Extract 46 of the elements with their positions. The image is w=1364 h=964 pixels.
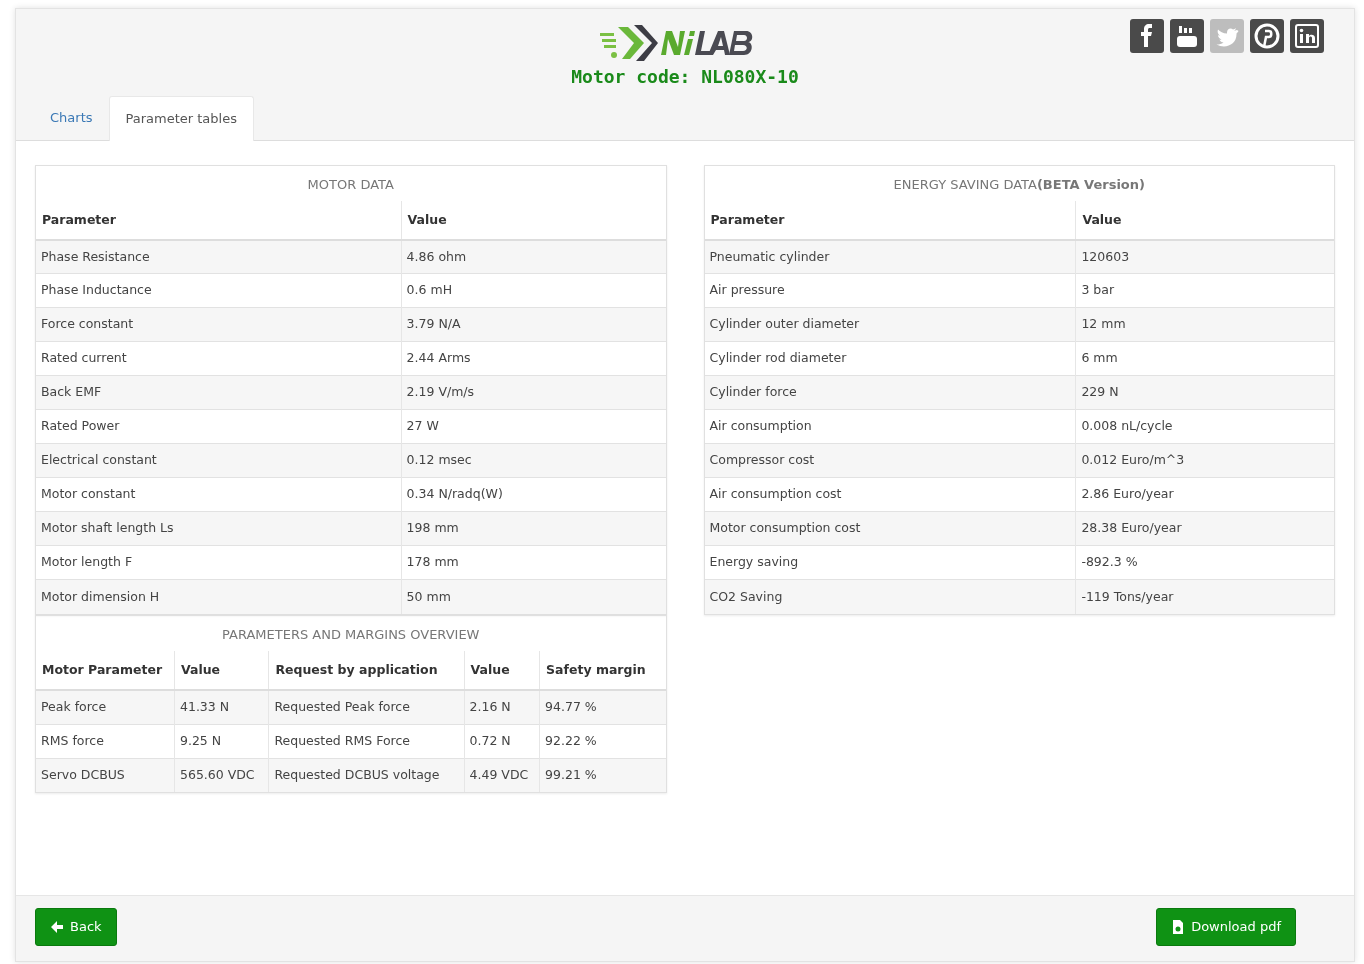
table-cell: Requested DCBUS voltage	[268, 758, 465, 792]
table-cell: -119 Tons/year	[1075, 579, 1334, 614]
table-cell: Compressor cost	[704, 443, 1076, 478]
table-cell: 50 mm	[401, 579, 666, 614]
table-title: MOTOR DATA	[306, 175, 395, 194]
table-cell: Phase Resistance	[36, 239, 402, 274]
table-cell: 2.19 V/m/s	[401, 375, 666, 410]
table-cell: 4.49 VDC	[464, 758, 540, 792]
tab[interactable]: Charts	[34, 96, 109, 140]
column-header: Parameter	[36, 201, 402, 240]
table-cell: Requested Peak force	[268, 690, 465, 724]
download-pdf-button[interactable]: Download pdf	[1156, 908, 1296, 946]
motor-code-title: Motor code: NL080X-10	[570, 65, 800, 89]
column-header: Value	[401, 201, 666, 240]
table-cell: 120603	[1075, 239, 1334, 274]
table-title: PARAMETERS AND MARGINS OVERVIEW	[221, 625, 481, 644]
column-header: Parameter	[704, 201, 1076, 240]
table-cell: CO2 Saving	[704, 579, 1076, 614]
table-cell: Motor shaft length Ls	[36, 511, 402, 546]
table-cell: 3.79 N/A	[401, 307, 666, 342]
table-cell: Motor consumption cost	[704, 511, 1076, 546]
table-cell: 198 mm	[401, 511, 666, 546]
table-cell: 41.33 N	[174, 690, 269, 724]
table-cell: Peak force	[36, 690, 175, 724]
table-cell: Back EMF	[36, 375, 402, 410]
table-cell: 99.21 %	[539, 758, 666, 792]
table-cell: 0.012 Euro/m^3	[1075, 443, 1334, 478]
tab[interactable]: Parameter tables	[108, 96, 254, 141]
table-cell: 565.60 VDC	[174, 758, 269, 792]
table-cell: 94.77 %	[539, 690, 666, 724]
table-cell: 0.12 msec	[401, 443, 666, 478]
table-cell: Cylinder outer diameter	[704, 307, 1076, 342]
back-button[interactable]: Back	[35, 908, 117, 946]
table-title: ENERGY SAVING DATA(BETA Version)	[892, 175, 1146, 194]
table-cell: Motor dimension H	[36, 579, 402, 614]
table-cell: 2.16 N	[464, 690, 540, 724]
table-cell: Cylinder force	[704, 375, 1076, 410]
table-cell: Force constant	[36, 307, 402, 342]
table-cell: 4.86 ohm	[401, 239, 666, 274]
table-cell: Electrical constant	[36, 443, 402, 478]
column-header: Value	[1075, 201, 1334, 240]
table-cell: Servo DCBUS	[36, 758, 175, 792]
table-cell: Pneumatic cylinder	[704, 239, 1076, 274]
table-cell: 229 N	[1075, 375, 1334, 410]
table-cell: 12 mm	[1075, 307, 1334, 342]
table-cell: 28.38 Euro/year	[1075, 511, 1334, 546]
